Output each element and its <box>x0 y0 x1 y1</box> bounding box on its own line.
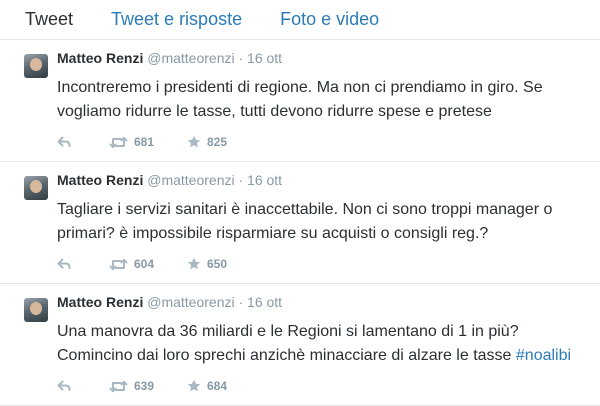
tweet-header: Matteo Renzi @matteorenzi · 16 ott <box>57 50 282 66</box>
author-name[interactable]: Matteo Renzi <box>57 50 143 66</box>
tweet-actions: 681 825 <box>57 132 257 152</box>
favorite-button[interactable]: 684 <box>187 379 257 393</box>
avatar[interactable] <box>24 298 48 322</box>
tweet-date[interactable]: 16 ott <box>247 50 282 66</box>
author-name[interactable]: Matteo Renzi <box>57 172 143 188</box>
favorite-count: 825 <box>207 135 228 149</box>
favorite-count: 684 <box>207 379 228 393</box>
retweet-count: 604 <box>134 257 155 271</box>
author-name[interactable]: Matteo Renzi <box>57 294 143 310</box>
star-icon <box>187 379 201 392</box>
profile-tabs: Tweet Tweet e risposte Foto e video <box>0 0 600 40</box>
tweet-feed: Matteo Renzi @matteorenzi · 16 ott Incon… <box>0 40 600 406</box>
separator: · <box>238 294 244 310</box>
tweet[interactable]: Matteo Renzi @matteorenzi · 16 ott Incon… <box>0 40 600 162</box>
tab-tweet[interactable]: Tweet <box>25 9 73 30</box>
tweet-text: Tagliare i servizi sanitari è inaccettab… <box>57 198 587 246</box>
tweet-header: Matteo Renzi @matteorenzi · 16 ott <box>57 172 282 188</box>
avatar[interactable] <box>24 54 48 78</box>
retweet-icon <box>109 258 128 270</box>
author-handle[interactable]: @matteorenzi <box>147 172 234 188</box>
retweet-icon <box>109 136 128 148</box>
reply-button[interactable] <box>57 258 109 270</box>
reply-button[interactable] <box>57 136 109 148</box>
favorite-button[interactable]: 650 <box>187 257 257 271</box>
reply-icon <box>57 258 71 269</box>
tweet-header: Matteo Renzi @matteorenzi · 16 ott <box>57 294 282 310</box>
retweet-count: 681 <box>134 135 155 149</box>
tweet-text-line: Comincino dai loro sprechi anzichè minac… <box>57 347 516 364</box>
avatar[interactable] <box>24 176 48 200</box>
tweet-actions: 639 684 <box>57 376 257 396</box>
tweet-text-line: primari? è impossibile risparmiare su ac… <box>57 225 489 242</box>
star-icon <box>187 257 201 270</box>
tweet-actions: 604 650 <box>57 254 257 274</box>
tweet[interactable]: Matteo Renzi @matteorenzi · 16 ott Una m… <box>0 284 600 406</box>
author-handle[interactable]: @matteorenzi <box>147 50 234 66</box>
separator: · <box>238 172 244 188</box>
tweet-date[interactable]: 16 ott <box>247 172 282 188</box>
retweet-button[interactable]: 681 <box>109 135 187 149</box>
favorite-count: 650 <box>207 257 228 271</box>
tab-tweet-e-risposte[interactable]: Tweet e risposte <box>111 9 242 30</box>
separator: · <box>238 50 244 66</box>
reply-icon <box>57 136 71 147</box>
retweet-icon <box>109 380 128 392</box>
reply-icon <box>57 380 71 391</box>
reply-button[interactable] <box>57 380 109 392</box>
retweet-count: 639 <box>134 379 155 393</box>
retweet-button[interactable]: 639 <box>109 379 187 393</box>
tweet-text: Incontreremo i presidenti di regione. Ma… <box>57 76 587 124</box>
retweet-button[interactable]: 604 <box>109 257 187 271</box>
tab-foto-e-video[interactable]: Foto e video <box>280 9 379 30</box>
tweet-text-line: Tagliare i servizi sanitari è inaccettab… <box>57 201 553 218</box>
favorite-button[interactable]: 825 <box>187 135 257 149</box>
author-handle[interactable]: @matteorenzi <box>147 294 234 310</box>
tweet-text: Una manovra da 36 miliardi e le Regioni … <box>57 320 587 368</box>
star-icon <box>187 135 201 148</box>
tweet-text-line: vogliamo ridurre le tasse, tutti devono … <box>57 103 492 120</box>
tweet-date[interactable]: 16 ott <box>247 294 282 310</box>
tweet-text-line: Una manovra da 36 miliardi e le Regioni … <box>57 323 519 340</box>
tweet-text-line: Incontreremo i presidenti di regione. Ma… <box>57 79 543 96</box>
hashtag-link[interactable]: #noalibi <box>516 347 571 364</box>
tweet[interactable]: Matteo Renzi @matteorenzi · 16 ott Tagli… <box>0 162 600 284</box>
